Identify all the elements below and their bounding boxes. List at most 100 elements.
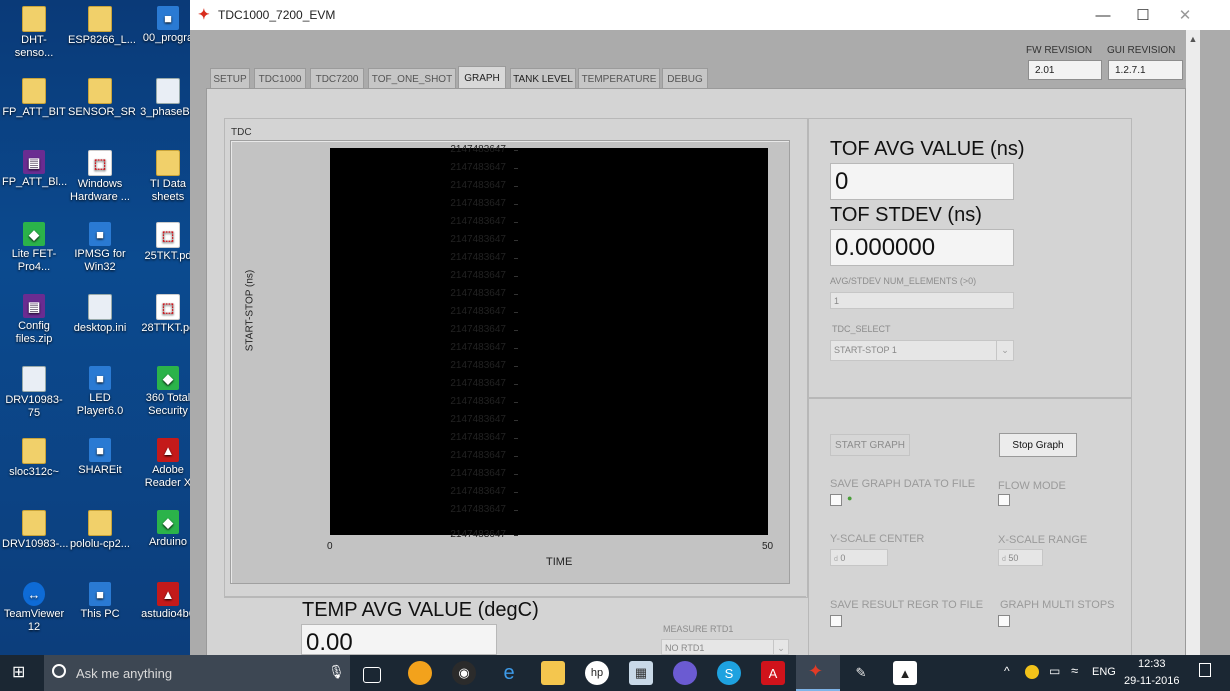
y-scale-center-input[interactable]: d 0 (830, 549, 888, 566)
desktop-icon[interactable]: DRV10983-... (2, 510, 69, 551)
desktop-icon[interactable]: ↔ TeamViewer 12 (2, 582, 66, 634)
opera-like-icon[interactable] (673, 661, 697, 685)
desktop-icon[interactable]: ■ SHAREit (68, 438, 132, 477)
flow-mode-checkbox[interactable] (998, 494, 1010, 506)
measure-rtd1-dropdown[interactable]: NO RTD1 ⌄ (661, 639, 789, 655)
desktop-icon[interactable]: desktop.ini (68, 294, 132, 335)
start-graph-button[interactable]: START GRAPH (830, 434, 910, 456)
save-graph-data-checkbox[interactable] (830, 494, 842, 506)
tab-tdc7200[interactable]: TDC7200 (310, 68, 364, 89)
desktop-icon[interactable]: ◆ Lite FET-Pro4... (2, 222, 66, 274)
windows-start-icon[interactable]: ⊞ (12, 664, 30, 682)
tdc-select-dropdown[interactable]: START-STOP 1 ⌄ (830, 340, 1014, 361)
y-scale-center-label: Y-SCALE CENTER (830, 533, 925, 545)
graph-multi-stops-checkbox[interactable] (998, 615, 1010, 627)
y-tick-label: 2147483647 (450, 252, 506, 263)
pdf-icon: ⬚ (156, 222, 180, 248)
desktop-icon-label: FP_ATT_Bl... (2, 176, 68, 188)
tdc-app-taskbar-button[interactable]: ✦ (796, 655, 840, 691)
chevron-down-icon[interactable]: ⌄ (996, 341, 1013, 360)
temp-avg-title: TEMP AVG VALUE (degC) (302, 599, 539, 621)
app-icon: ■ (157, 6, 179, 30)
desktop-icon[interactable]: ⬚ Windows Hardware ... (68, 150, 132, 204)
notification-icon[interactable] (1199, 663, 1211, 677)
file-icon (88, 294, 112, 320)
tab-tdc1000[interactable]: TDC1000 (254, 68, 306, 89)
y-tick-label: 2147483647 (450, 162, 506, 173)
measure-rtd1-label: MEASURE RTD1 (663, 624, 734, 634)
stop-graph-button[interactable]: Stop Graph (999, 433, 1077, 457)
y-tick-label: 2147483647 (450, 360, 506, 371)
desktop-icon[interactable]: FP_ATT_BIT (2, 78, 66, 119)
monitor-app-icon[interactable]: ▦ (629, 661, 653, 685)
skype-icon[interactable]: S (717, 661, 741, 685)
acrobat-icon[interactable]: A (761, 661, 785, 685)
y-tick-label: 2147483647 (450, 216, 506, 227)
desktop-icon[interactable]: DHT-senso... (2, 6, 66, 60)
y-tick-label: 2147483647 (450, 486, 506, 497)
save-result-regr-checkbox[interactable] (830, 615, 842, 627)
desktop-icon[interactable]: ESP8266_L... (68, 6, 136, 47)
clock-date[interactable]: 29-11-2016 (1124, 675, 1179, 687)
microphone-icon[interactable]: 🎙 (328, 664, 345, 680)
y-tick-label: 2147483647 (450, 450, 506, 461)
desktop-icon[interactable]: DRV10983-75 (2, 366, 66, 420)
tab-setup[interactable]: SETUP (210, 68, 250, 89)
wifi-icon[interactable]: ≈ (1071, 663, 1078, 678)
desktop-icon[interactable]: ▤ Config files.zip (2, 294, 66, 346)
num-elements-input[interactable]: 1 (830, 292, 1014, 309)
tab-temperature[interactable]: TEMPERATURE (578, 68, 660, 89)
uc-browser-icon[interactable] (408, 661, 432, 685)
y-tick-label: 2147483647 (450, 342, 506, 353)
vertical-scrollbar[interactable]: ▲ (1186, 30, 1200, 655)
desktop-icon[interactable]: pololu-cp2... (68, 510, 132, 551)
fw-revision-value: 2.01 (1028, 60, 1102, 80)
desktop-icon[interactable]: SENSOR_SR (68, 78, 136, 119)
file-explorer-icon[interactable] (541, 661, 565, 685)
desktop-icon[interactable]: ■ This PC (68, 582, 132, 621)
folder-icon (22, 78, 46, 104)
tab-tof-one-shot[interactable]: TOF_ONE_SHOT (368, 68, 456, 89)
y-tick-mark (514, 535, 518, 536)
desktop-icon-label: DRV10983-... (2, 538, 69, 550)
red-icon: ▲ (157, 438, 179, 462)
close-button[interactable]: ✕ (1162, 0, 1208, 30)
chevron-down-icon[interactable]: ⌄ (773, 640, 788, 654)
photos-icon[interactable]: ▲ (893, 661, 917, 685)
temp-avg-value: 0.00 (301, 624, 497, 656)
scroll-up-icon[interactable]: ▲ (1186, 30, 1200, 44)
desktop-icon[interactable]: ▤ FP_ATT_Bl... (2, 150, 68, 189)
hp-icon[interactable]: hp (585, 661, 609, 685)
desktop-icon-label: sloc312c~ (9, 466, 59, 478)
green-icon: ◆ (23, 222, 45, 246)
y-tick-mark (514, 384, 518, 385)
y-tick-label: 2147483647 (450, 396, 506, 407)
y-tick-label: 2147483647 (450, 288, 506, 299)
language-indicator[interactable]: ENG (1092, 666, 1116, 678)
desktop-icon[interactable]: sloc312c~ (2, 438, 66, 479)
edge-icon[interactable]: e (497, 661, 521, 685)
folder-icon (22, 510, 46, 536)
paint-icon[interactable]: ✎ (849, 661, 873, 685)
y-tick-mark (514, 204, 518, 205)
search-box[interactable]: Ask me anything 🎙 (44, 655, 350, 691)
maximize-button[interactable]: ☐ (1120, 0, 1166, 30)
chevron-up-icon[interactable]: ^ (1004, 664, 1010, 678)
tof-stdev-value: 0.000000 (830, 229, 1014, 266)
tab-tank-level[interactable]: TANK LEVEL (510, 68, 576, 89)
battery-icon[interactable]: ▭ (1049, 664, 1060, 678)
task-view-icon[interactable] (363, 667, 381, 683)
tab-debug[interactable]: DEBUG (662, 68, 708, 89)
y-tick-mark (514, 402, 518, 403)
tab-graph[interactable]: GRAPH (458, 66, 506, 90)
x-scale-range-input[interactable]: d 50 (998, 549, 1043, 566)
clock-time[interactable]: 12:33 (1138, 658, 1166, 670)
media-app-icon[interactable]: ◉ (452, 661, 476, 685)
save-result-regr-label: SAVE RESULT REGR TO FILE (830, 599, 984, 611)
desktop-icon[interactable]: ■ LED Player6.0 (68, 366, 132, 418)
tray-security-icon[interactable] (1025, 665, 1039, 679)
tof-stdev-title: TOF STDEV (ns) (830, 204, 982, 226)
desktop-icon[interactable]: ■ IPMSG for Win32 (68, 222, 132, 274)
folder-icon (156, 150, 180, 176)
y-tick-mark (514, 456, 518, 457)
